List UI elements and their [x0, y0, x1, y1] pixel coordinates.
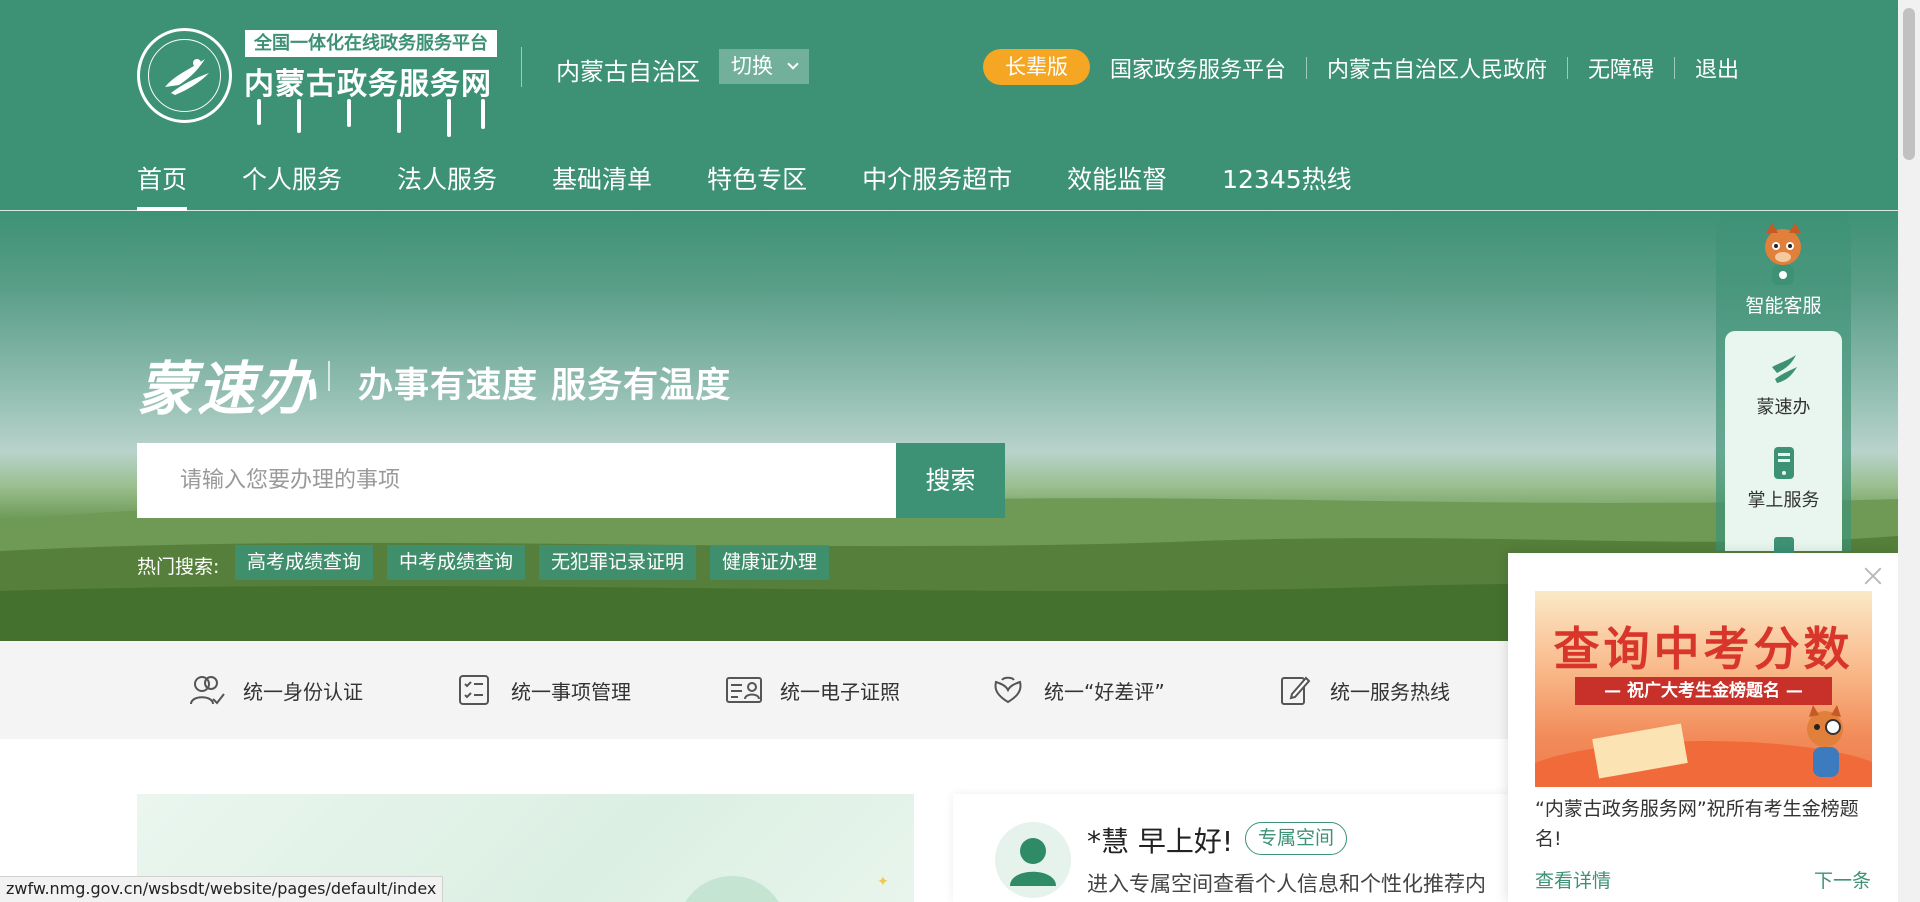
- search-input[interactable]: [137, 443, 896, 518]
- hot-tag-no-criminal-record[interactable]: 无犯罪记录证明: [539, 545, 697, 580]
- hot-search-tags: 高考成绩查询 中考成绩查询 无犯罪记录证明 健康证办理: [235, 545, 843, 580]
- nav-special-zone[interactable]: 特色专区: [707, 160, 807, 210]
- side-menu: 蒙速办 掌上服务: [1725, 331, 1842, 569]
- smart-service-link[interactable]: 智能客服: [1716, 291, 1851, 318]
- status-url-tooltip: zwfw.nmg.gov.cn/wsbsdt/website/pages/def…: [0, 876, 444, 902]
- top-links: 国家政务服务平台 内蒙古自治区人民政府 无障碍 退出: [1110, 53, 1739, 83]
- search-box: [137, 443, 896, 518]
- page: 全国一体化在线政务服务平台 内蒙古政务服务网 内蒙古自治区 切换 长辈版 国家政…: [0, 0, 1920, 902]
- mobile-phone-icon: [1773, 447, 1794, 479]
- popup-image-title: 查询中考分数: [1553, 622, 1854, 676]
- nav-efficiency-supervision[interactable]: 效能监督: [1067, 160, 1167, 210]
- nav-home[interactable]: 首页: [137, 160, 188, 211]
- search-button[interactable]: 搜索: [896, 443, 1005, 518]
- link-separator: [1674, 57, 1676, 79]
- header-divider: [521, 47, 522, 87]
- edit-icon: [1281, 676, 1311, 705]
- brand-script-title: 蒙速办: [137, 355, 318, 423]
- region-switch-label: 切换: [731, 54, 773, 78]
- link-accessibility[interactable]: 无障碍: [1588, 52, 1654, 84]
- chevron-down-icon: [787, 58, 799, 70]
- page-scrollbar[interactable]: [1898, 0, 1920, 902]
- star-icon: ✦: [877, 874, 889, 890]
- popup-message: “内蒙古政务服务网”祝所有考生金榜题名!: [1535, 798, 1859, 850]
- unified-identity[interactable]: 统一身份认证: [189, 674, 363, 706]
- personal-space-button[interactable]: 专属空间: [1245, 822, 1348, 855]
- welcome-subtitle: 进入专属空间查看个人信息和个性化推荐内: [1087, 872, 1486, 896]
- hot-tag-health-certificate[interactable]: 健康证办理: [710, 545, 830, 580]
- unified-rating-label: 统一“好差评”: [1044, 679, 1165, 704]
- close-icon[interactable]: [1862, 565, 1884, 587]
- unified-items-label: 统一事项管理: [511, 679, 631, 704]
- nav-legal-entity-services[interactable]: 法人服务: [397, 160, 497, 210]
- view-details-link[interactable]: 查看详情: [1535, 866, 1611, 893]
- emblem-icon: [137, 28, 232, 123]
- hot-tag-gaokao[interactable]: 高考成绩查询: [235, 545, 374, 580]
- site-header: 全国一体化在线政务服务平台 内蒙古政务服务网 内蒙古自治区 切换 长辈版 国家政…: [0, 0, 1898, 211]
- id-card-icon: [726, 677, 762, 703]
- unified-identity-label: 统一身份认证: [243, 679, 363, 704]
- identity-icon: [190, 676, 225, 705]
- mengsuban-logo-icon: [1771, 355, 1797, 383]
- popup-banner-image[interactable]: 查询中考分数 — 祝广大考生金榜题名 —: [1535, 591, 1872, 787]
- scrollbar-thumb[interactable]: [1903, 8, 1915, 160]
- avatar[interactable]: [995, 822, 1071, 898]
- popup-image-ribbon: — 祝广大考生金榜题名 —: [1575, 677, 1832, 705]
- slogan: 办事有速度 服务有温度: [358, 365, 732, 406]
- link-separator: [1306, 57, 1308, 79]
- link-logout[interactable]: 退出: [1695, 52, 1739, 84]
- main-nav: 首页 个人服务 法人服务 基础清单 特色专区 中介服务超市 效能监督 12345…: [137, 160, 1407, 211]
- nav-basic-lists[interactable]: 基础清单: [552, 160, 652, 210]
- unified-hotline-label: 统一服务热线: [1330, 679, 1450, 704]
- nav-hotline[interactable]: 12345热线: [1222, 160, 1352, 210]
- link-national-platform[interactable]: 国家政务服务平台: [1110, 52, 1286, 84]
- site-name: 内蒙古政务服务网: [244, 67, 492, 102]
- region-switch-button[interactable]: 切换: [719, 49, 809, 84]
- region-label: 内蒙古自治区: [556, 58, 700, 86]
- unified-e-license[interactable]: 统一电子证照: [726, 674, 900, 706]
- announcement-popup: 查询中考分数 — 祝广大考生金榜题名 — “内蒙古政务服务网”祝所有考生金榜题名…: [1508, 553, 1898, 902]
- checklist-icon: [459, 675, 489, 705]
- unified-hotline[interactable]: 统一服务热线: [1276, 674, 1450, 706]
- mascot-icon: [1807, 705, 1843, 777]
- mongolian-script-logo: [249, 99, 489, 137]
- banner-decoration: [677, 876, 787, 902]
- elder-mode-button[interactable]: 长辈版: [983, 49, 1090, 85]
- hot-search-label: 热门搜索:: [137, 556, 220, 578]
- unified-items[interactable]: 统一事项管理: [457, 674, 631, 706]
- unified-rating[interactable]: 统一“好差评”: [990, 674, 1165, 706]
- nav-agency-market[interactable]: 中介服务超市: [862, 160, 1012, 210]
- next-item-link[interactable]: 下一条: [1814, 866, 1871, 893]
- welcome-greeting: *慧 早上好!: [1087, 825, 1234, 858]
- platform-badge: 全国一体化在线政务服务平台: [245, 30, 497, 57]
- mascot-icon[interactable]: [1756, 219, 1811, 291]
- welcome-card: *慧 早上好! 专属空间 进入专属空间查看个人信息和个性化推荐内: [953, 794, 1513, 902]
- slogan-divider: [328, 361, 330, 391]
- user-icon: [1010, 838, 1056, 886]
- rating-icon: [994, 676, 1022, 704]
- link-separator: [1567, 57, 1569, 79]
- nav-personal-services[interactable]: 个人服务: [242, 160, 342, 210]
- site-logo[interactable]: 全国一体化在线政务服务平台 内蒙古政务服务网: [137, 27, 497, 137]
- unified-e-license-label: 统一电子证照: [780, 679, 900, 704]
- link-regional-government[interactable]: 内蒙古自治区人民政府: [1327, 52, 1547, 84]
- hot-tag-zhongkao[interactable]: 中考成绩查询: [387, 545, 526, 580]
- side-item-mobile-service-label: 掌上服务: [1747, 490, 1820, 511]
- side-item-mobile-service[interactable]: 掌上服务: [1725, 446, 1842, 512]
- floating-side-panel: 智能客服 蒙速办 掌上服务: [1716, 211, 1851, 569]
- side-item-mengsuban-label: 蒙速办: [1756, 397, 1811, 418]
- side-item-mengsuban[interactable]: 蒙速办: [1725, 353, 1842, 419]
